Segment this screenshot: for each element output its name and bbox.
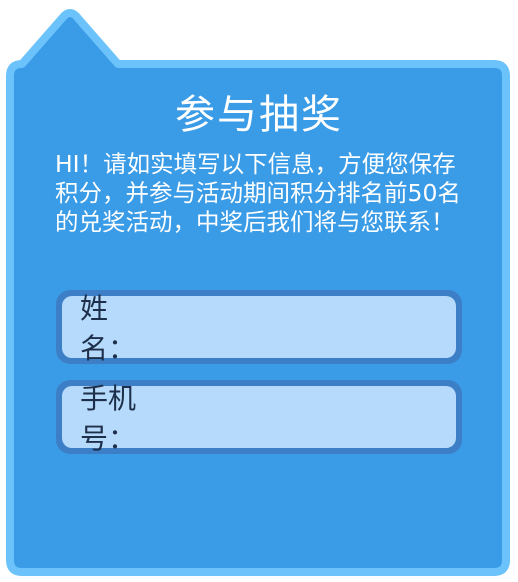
phone-input[interactable]: [136, 385, 468, 449]
panel-title: 参与抽奖: [175, 92, 343, 138]
name-field-box[interactable]: 姓名：: [62, 292, 468, 365]
info-description: HI！请如实填写以下信息，方便您保存积分，并参与活动期间积分排名前50名的兑奖活…: [55, 150, 461, 236]
name-input[interactable]: [136, 295, 468, 359]
phone-field-box[interactable]: 手机号：: [62, 382, 468, 455]
phone-field-label: 手机号：: [80, 382, 137, 455]
phone-field[interactable]: 手机号：: [56, 380, 468, 455]
name-field[interactable]: 姓名：: [56, 290, 468, 365]
name-field-label: 姓名：: [80, 292, 137, 365]
